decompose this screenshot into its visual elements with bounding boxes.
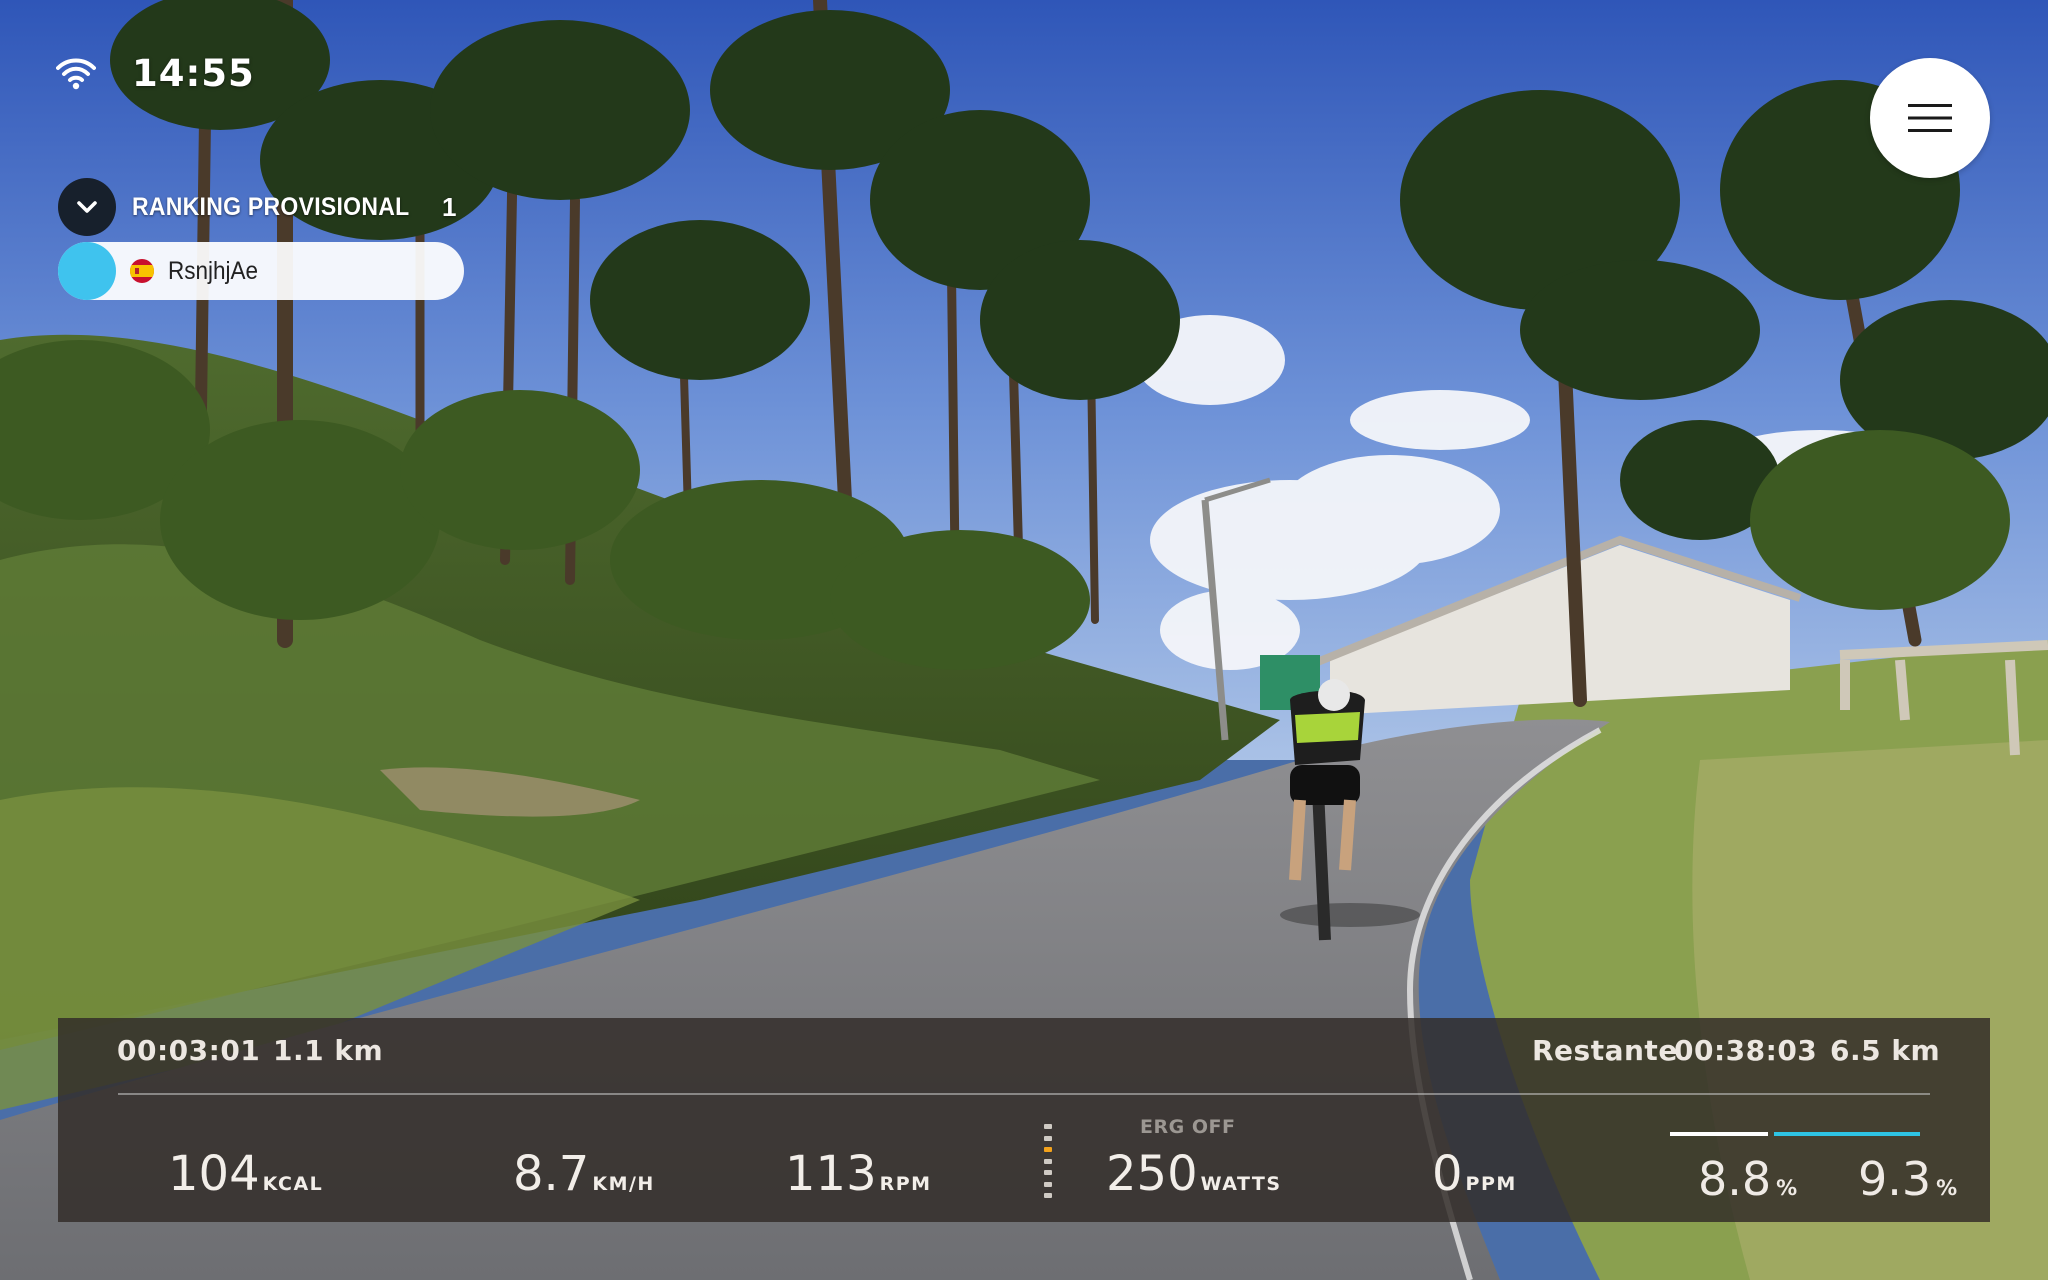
ranking-rider-row[interactable]: RsnjhjAe: [58, 242, 464, 300]
menu-icon: [1908, 104, 1952, 132]
kcal-value: 104: [168, 1146, 260, 1202]
clock: 14:55: [132, 51, 255, 95]
speed-metric: 8.7 KM/H: [513, 1146, 655, 1202]
cadence-value: 113: [785, 1146, 877, 1202]
heart-rate-metric: 0 PPM: [1432, 1146, 1517, 1202]
ranking-header: RANKING PROVISIONAL 1: [58, 178, 456, 236]
resistance-level-tick: [1044, 1170, 1052, 1175]
resistance-level-tick: [1044, 1135, 1052, 1141]
resistance-level-tick: [1044, 1147, 1052, 1152]
slope-current-value: 8.8: [1698, 1152, 1772, 1206]
cadence-metric: 113 RPM: [785, 1146, 932, 1202]
ranking-toggle-button[interactable]: [58, 178, 116, 236]
kcal-unit: KCAL: [262, 1173, 324, 1195]
speed-value: 8.7: [513, 1146, 590, 1202]
slope-current: 8.8 %: [1698, 1152, 1797, 1206]
route-progress-bar: [1670, 1132, 1920, 1136]
ranking-title: RANKING PROVISIONAL: [132, 192, 410, 221]
rider-name: RsnjhjAe: [168, 256, 259, 285]
power-metric: 250 WATTS: [1106, 1146, 1282, 1202]
kcal-metric: 104 KCAL: [168, 1146, 323, 1202]
rider-avatar: [58, 242, 116, 300]
erg-mode-label: ERG OFF: [1140, 1116, 1236, 1138]
stats-divider: [118, 1093, 1930, 1095]
slope-current-unit: %: [1776, 1176, 1798, 1200]
menu-button[interactable]: [1870, 58, 1990, 178]
remaining-time: 00:38:03: [1674, 1034, 1818, 1067]
ranking-count: 1: [442, 192, 457, 222]
resistance-level-tick: [1044, 1181, 1052, 1187]
resistance-level-control[interactable]: [1042, 1124, 1054, 1198]
distance-done: 1.1 km: [273, 1034, 384, 1067]
heart-rate-unit: PPM: [1465, 1173, 1517, 1195]
remaining-label: Restante: [1532, 1034, 1678, 1067]
resistance-level-tick: [1044, 1193, 1052, 1198]
slope-next: 9.3 %: [1858, 1152, 1957, 1206]
cadence-unit: RPM: [879, 1173, 932, 1195]
flag-es-icon: [130, 259, 154, 283]
wifi-icon: [56, 58, 96, 90]
stats-bar: 00:03:01 1.1 km Restante 00:38:03 6.5 km…: [58, 1018, 1990, 1222]
resistance-level-tick: [1044, 1158, 1052, 1164]
speed-unit: KM/H: [592, 1173, 655, 1195]
heart-rate-value: 0: [1432, 1146, 1463, 1202]
resistance-level-tick: [1044, 1124, 1052, 1129]
power-value: 250: [1106, 1146, 1198, 1202]
chevron-down-icon: [77, 201, 97, 213]
route-progress-remaining: [1774, 1132, 1920, 1136]
status-bar: 14:55: [56, 50, 255, 96]
slope-next-unit: %: [1936, 1176, 1958, 1200]
elapsed-time: 00:03:01: [117, 1034, 261, 1067]
slope-next-value: 9.3: [1858, 1152, 1932, 1206]
route-progress-done: [1670, 1132, 1768, 1136]
remaining-distance: 6.5 km: [1830, 1034, 1941, 1067]
power-unit: WATTS: [1200, 1173, 1282, 1195]
